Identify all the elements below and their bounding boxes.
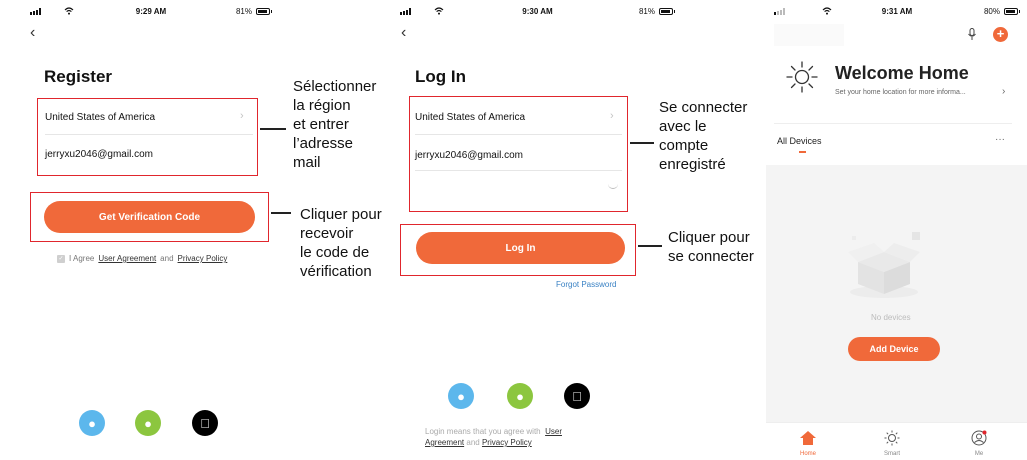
tab-smart[interactable]: Smart [872, 451, 912, 457]
user-agreement-link[interactable]: User [545, 427, 562, 436]
wifi-icon [822, 7, 832, 15]
smart-tab-icon[interactable] [884, 430, 900, 446]
home-name-placeholder[interactable] [774, 24, 844, 46]
region-field[interactable]: United States of America [415, 112, 525, 123]
status-bar: 9:31 AM 80% [774, 7, 1020, 19]
signal-icon [774, 8, 785, 15]
page-title: Register [44, 67, 113, 86]
wechat-login-icon[interactable]: ● [135, 410, 161, 436]
add-device-button[interactable]: Add Device [848, 337, 940, 361]
battery-percent: 80% [983, 7, 1000, 16]
annotation-select-region: Sélectionner la région et entrer l’adres… [293, 78, 377, 171]
back-icon[interactable]: ‹ [30, 24, 35, 42]
qq-login-icon[interactable]: ● [448, 383, 474, 409]
back-icon[interactable]: ‹ [401, 24, 406, 42]
divider [45, 134, 253, 135]
battery-icon [256, 8, 270, 15]
annotation-connector [260, 128, 286, 130]
status-time: 9:31 AM [881, 7, 913, 16]
agreement-row: ✓ I Agree User Agreement and Privacy Pol… [57, 254, 228, 263]
email-field[interactable]: jerryxu2046@gmail.com [415, 150, 523, 161]
email-field[interactable]: jerryxu2046@gmail.com [45, 149, 153, 160]
wifi-icon [434, 7, 444, 15]
chevron-right-icon: › [240, 110, 244, 122]
region-field[interactable]: United States of America [45, 112, 155, 123]
agree-prefix: I Agree [69, 254, 95, 263]
battery-icon [1004, 8, 1018, 15]
empty-state-text: No devices [871, 313, 911, 322]
add-icon[interactable]: + [993, 27, 1008, 42]
forgot-password-link[interactable]: Forgot Password [556, 280, 616, 289]
tab-indicator [799, 151, 806, 153]
annotation-login-account: Se connecter avec le compte enregistré [659, 99, 748, 173]
status-time: 9:30 AM [522, 7, 553, 16]
home-tab-icon[interactable] [800, 431, 816, 445]
wechat-login-icon[interactable]: ● [507, 383, 533, 409]
login-legal-text: Login means that you agree with User Agr… [425, 427, 562, 447]
home-location-hint[interactable]: Set your home location for more informa.… [835, 89, 966, 96]
tab-home[interactable]: Home [788, 451, 828, 457]
apple-login-icon[interactable]:  [564, 383, 590, 409]
screen-home: 9:31 AM 80% + Welcome Home Set your home… [766, 0, 1027, 460]
annotation-click-login: Cliquer pour se connecter [668, 229, 754, 265]
user-agreement-link[interactable]: User Agreement [98, 254, 156, 263]
chevron-right-icon: › [610, 110, 614, 122]
wifi-icon [64, 7, 74, 15]
battery-percent: 81% [638, 7, 655, 16]
divider [415, 134, 622, 135]
annotation-get-code: Cliquer pour recevoir le code de vérific… [300, 206, 382, 280]
battery-percent: 81% [235, 7, 252, 16]
status-time: 9:29 AM [135, 7, 167, 16]
divider [415, 170, 622, 171]
qq-login-icon[interactable]: ● [79, 410, 105, 436]
page-title: Log In [415, 67, 466, 86]
tab-all-devices[interactable]: All Devices [777, 136, 822, 146]
privacy-policy-link[interactable]: Privacy Policy [178, 254, 228, 263]
status-bar: 9:29 AM 81% [30, 7, 272, 19]
chevron-right-icon[interactable]: › [1002, 86, 1005, 97]
apple-login-icon[interactable]:  [192, 410, 218, 436]
checkbox[interactable]: ✓ [57, 254, 65, 263]
divider [774, 123, 1012, 124]
welcome-title: Welcome Home [835, 63, 969, 83]
status-bar: 9:30 AM 81% [400, 7, 675, 19]
annotation-connector [271, 212, 291, 214]
me-tab-icon[interactable] [971, 430, 987, 446]
annotation-connector [638, 245, 662, 247]
get-verification-code-button[interactable]: Get Verification Code [44, 201, 255, 233]
sun-icon [786, 61, 818, 93]
annotation-box-fields [37, 98, 258, 176]
tab-me[interactable]: Me [959, 451, 999, 457]
battery-icon [659, 8, 673, 15]
user-agreement-link-cont[interactable]: Agreement [425, 438, 464, 447]
privacy-policy-link[interactable]: Privacy Policy [482, 438, 532, 447]
signal-icon [400, 8, 411, 15]
password-field[interactable] [415, 175, 622, 205]
more-options-icon[interactable]: ··· [995, 134, 1005, 145]
login-button[interactable]: Log In [416, 232, 625, 264]
empty-box-illustration [848, 232, 920, 298]
signal-icon [30, 8, 41, 15]
microphone-icon[interactable] [967, 28, 977, 41]
annotation-connector [630, 142, 654, 144]
